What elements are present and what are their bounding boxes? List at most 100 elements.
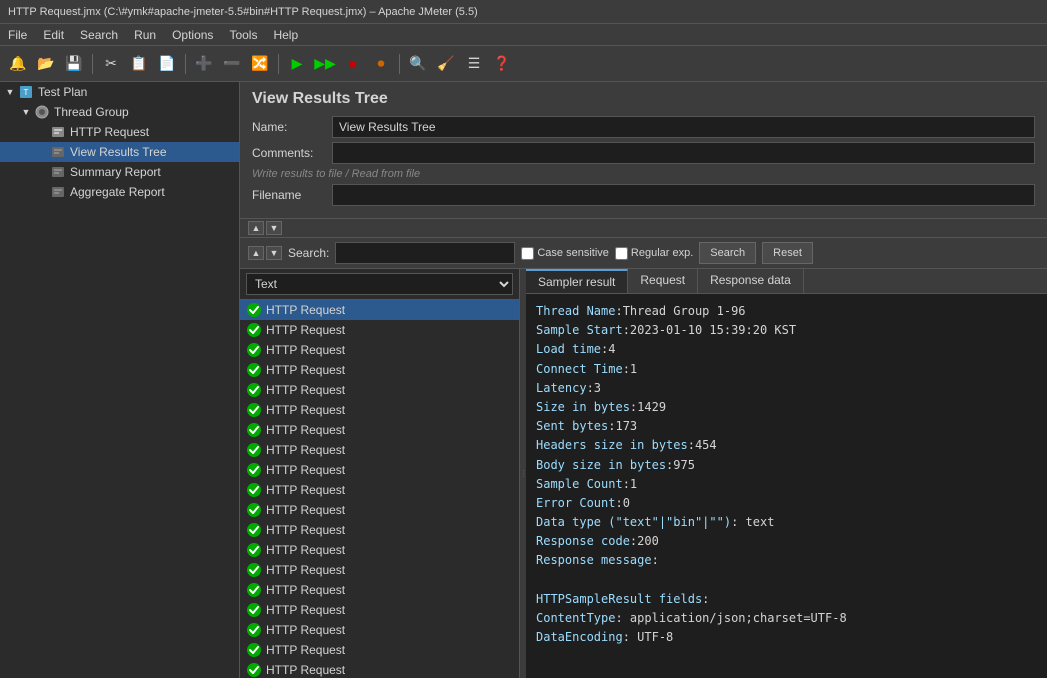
- shutdown-button[interactable]: ⏺: [368, 51, 394, 77]
- request-label: HTTP Request: [266, 523, 345, 537]
- tree-item-summary-report[interactable]: Summary Report: [0, 162, 239, 182]
- success-icon: [246, 662, 262, 678]
- regex-text: Regular exp.: [631, 247, 693, 259]
- request-item[interactable]: HTTP Request: [240, 440, 519, 460]
- reset-button[interactable]: Reset: [762, 242, 813, 264]
- search-down-button[interactable]: ▼: [266, 246, 282, 260]
- search-button[interactable]: Search: [699, 242, 756, 264]
- name-row: Name:: [252, 116, 1035, 138]
- request-item[interactable]: HTTP Request: [240, 340, 519, 360]
- toggle-button[interactable]: 🔀: [247, 51, 273, 77]
- sampler-result-tab[interactable]: Sampler result: [526, 269, 628, 293]
- request-label: HTTP Request: [266, 563, 345, 577]
- tree-item-test-plan[interactable]: ▼TTest Plan: [0, 82, 239, 102]
- down-arrow-button[interactable]: ▼: [266, 221, 282, 235]
- detail-key: Size in bytes: [536, 400, 630, 414]
- regex-checkbox[interactable]: [615, 247, 628, 260]
- request-item[interactable]: HTTP Request: [240, 360, 519, 380]
- cut-button[interactable]: ✂: [98, 51, 124, 77]
- help-button[interactable]: ❓: [489, 51, 515, 77]
- case-sensitive-checkbox[interactable]: [521, 247, 534, 260]
- save-button[interactable]: 💾: [61, 51, 87, 77]
- request-item[interactable]: HTTP Request: [240, 660, 519, 678]
- search-input[interactable]: [335, 242, 515, 264]
- paste-button[interactable]: 📄: [154, 51, 180, 77]
- request-item[interactable]: HTTP Request: [240, 400, 519, 420]
- detail-key: DataEncoding: [536, 630, 623, 644]
- copy-button[interactable]: 📋: [126, 51, 152, 77]
- detail-line: Sample Count:1: [536, 475, 1037, 494]
- comments-input[interactable]: [332, 142, 1035, 164]
- request-tab[interactable]: Request: [628, 269, 698, 293]
- request-label: HTTP Request: [266, 363, 345, 377]
- detail-line: HTTPSampleResult fields:: [536, 590, 1037, 609]
- request-item[interactable]: HTTP Request: [240, 500, 519, 520]
- add-button[interactable]: ➕: [191, 51, 217, 77]
- success-icon: [246, 362, 262, 378]
- arrow-controls: ▲ ▼: [248, 221, 282, 235]
- detail-key: Latency: [536, 381, 587, 395]
- menu-file[interactable]: File: [0, 26, 35, 44]
- detail-line: Latency:3: [536, 379, 1037, 398]
- request-item[interactable]: HTTP Request: [240, 620, 519, 640]
- request-item[interactable]: HTTP Request: [240, 380, 519, 400]
- menu-tools[interactable]: Tools: [221, 26, 265, 44]
- name-input[interactable]: [332, 116, 1035, 138]
- panel-header: View Results Tree Name: Comments: Write …: [240, 82, 1047, 219]
- start-no-pause-button[interactable]: ▶▶: [312, 51, 338, 77]
- main-area: ▼TTest Plan▼Thread GroupHTTP RequestView…: [0, 82, 1047, 678]
- stop-button[interactable]: ⏹: [340, 51, 366, 77]
- comments-row: Comments:: [252, 142, 1035, 164]
- expand-icon: [36, 146, 48, 158]
- menu-run[interactable]: Run: [126, 26, 164, 44]
- start-button[interactable]: ▶: [284, 51, 310, 77]
- menu-help[interactable]: Help: [265, 26, 306, 44]
- request-label: HTTP Request: [266, 483, 345, 497]
- request-item[interactable]: HTTP Request: [240, 460, 519, 480]
- request-item[interactable]: HTTP Request: [240, 520, 519, 540]
- tree-item-http-request-sampler[interactable]: HTTP Request: [0, 122, 239, 142]
- request-item[interactable]: HTTP Request: [240, 480, 519, 500]
- detail-key: Sample Count: [536, 477, 623, 491]
- view-type-select[interactable]: TextRendered HTML (local CSS only)HTML S…: [246, 273, 513, 295]
- request-item[interactable]: HTTP Request: [240, 600, 519, 620]
- menu-edit[interactable]: Edit: [35, 26, 72, 44]
- regex-label[interactable]: Regular exp.: [615, 247, 693, 260]
- filename-label: Filename: [252, 188, 332, 202]
- request-label: HTTP Request: [266, 423, 345, 437]
- request-item[interactable]: HTTP Request: [240, 320, 519, 340]
- success-icon: [246, 542, 262, 558]
- request-item[interactable]: HTTP Request: [240, 580, 519, 600]
- tree-item-aggregate-report[interactable]: Aggregate Report: [0, 182, 239, 202]
- case-sensitive-label[interactable]: Case sensitive: [521, 247, 609, 260]
- tree-icon: [50, 184, 66, 200]
- request-item[interactable]: HTTP Request: [240, 300, 519, 320]
- open-button[interactable]: 📂: [33, 51, 59, 77]
- request-label: HTTP Request: [266, 303, 345, 317]
- up-arrow-button[interactable]: ▲: [248, 221, 264, 235]
- name-label: Name:: [252, 120, 332, 134]
- request-item[interactable]: HTTP Request: [240, 560, 519, 580]
- menu-options[interactable]: Options: [164, 26, 221, 44]
- new-button[interactable]: 🔔: [5, 51, 31, 77]
- request-label: HTTP Request: [266, 503, 345, 517]
- tree-icon: [50, 144, 66, 160]
- tree-item-thread-group[interactable]: ▼Thread Group: [0, 102, 239, 122]
- menu-search[interactable]: Search: [72, 26, 126, 44]
- search-toolbar-button[interactable]: 🔍: [405, 51, 431, 77]
- clear-button[interactable]: 🧹: [433, 51, 459, 77]
- detail-key: Body size in bytes: [536, 458, 666, 472]
- search-up-button[interactable]: ▲: [248, 246, 264, 260]
- request-label: HTTP Request: [266, 443, 345, 457]
- request-item[interactable]: HTTP Request: [240, 540, 519, 560]
- detail-line: Load time:4: [536, 340, 1037, 359]
- request-item[interactable]: HTTP Request: [240, 640, 519, 660]
- filename-input[interactable]: [332, 184, 1035, 206]
- detail-line: Response code:200: [536, 532, 1037, 551]
- detail-key: ContentType: [536, 611, 615, 625]
- log-button[interactable]: ☰: [461, 51, 487, 77]
- tree-item-view-results-tree[interactable]: View Results Tree: [0, 142, 239, 162]
- request-item[interactable]: HTTP Request: [240, 420, 519, 440]
- response-data-tab[interactable]: Response data: [698, 269, 804, 293]
- remove-button[interactable]: ➖: [219, 51, 245, 77]
